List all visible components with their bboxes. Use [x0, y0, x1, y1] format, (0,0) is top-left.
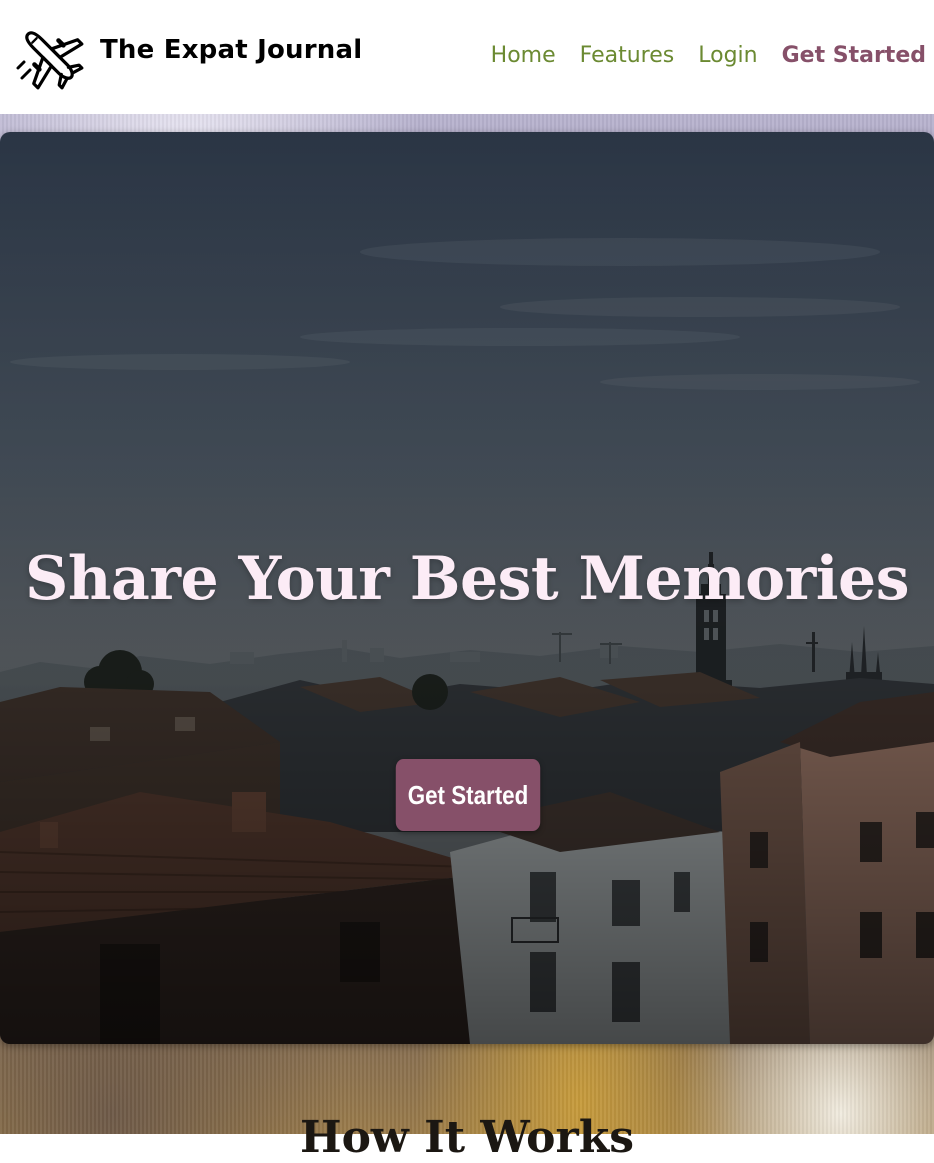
brand[interactable]: The Expat Journal — [14, 20, 362, 92]
nav-home-link[interactable]: Home — [491, 43, 556, 68]
hero-title: Share Your Best Memories — [25, 544, 910, 614]
section-heading: How It Works — [300, 1112, 634, 1163]
brand-name: The Expat Journal — [100, 35, 363, 65]
nav-get-started-link[interactable]: Get Started — [782, 43, 926, 68]
nav-login-link[interactable]: Login — [698, 43, 757, 68]
nav-features-link[interactable]: Features — [580, 43, 675, 68]
hero-get-started-button[interactable]: Get Started — [395, 759, 541, 831]
main-nav: Home Features Login Get Started — [491, 43, 926, 68]
airplane-icon — [16, 31, 84, 90]
site-header: The Expat Journal Home Features Login Ge… — [0, 0, 934, 114]
hero-section: Share Your Best Memories Get Started — [0, 132, 934, 1044]
